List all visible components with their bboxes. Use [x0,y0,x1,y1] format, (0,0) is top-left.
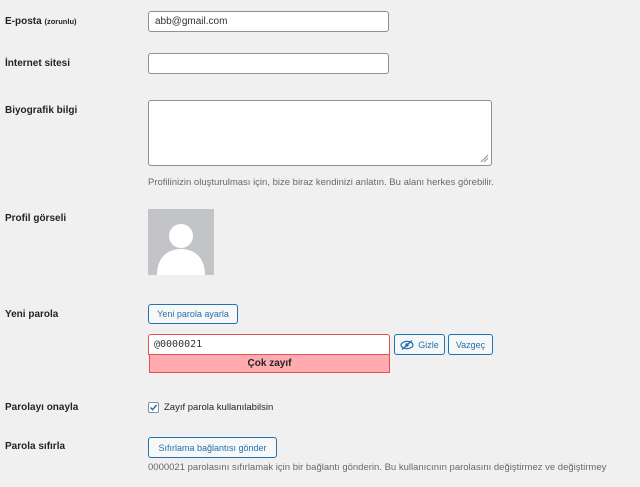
default-avatar-icon [157,224,205,275]
password-value: @0000021 [154,339,203,350]
email-label: E-posta (zorunlu) [5,16,77,27]
website-label: İnternet sitesi [5,58,71,69]
website-field[interactable] [148,53,389,74]
eye-slash-icon [400,339,414,350]
weak-password-checkbox[interactable] [148,402,159,413]
email-required-note: (zorunlu) [44,17,77,26]
resize-handle-icon[interactable] [480,154,489,163]
checkmark-icon [149,404,158,411]
avatar-label: Profil görseli [5,213,67,224]
new-password-label: Yeni parola [5,309,59,320]
email-label-text: E-posta [5,16,42,27]
password-strength-meter: Çok zayıf [149,354,390,373]
confirm-password-label: Parolayı onayla [5,402,79,413]
email-field[interactable]: abb@gmail.com [148,11,389,32]
send-reset-link-button[interactable]: Sıfırlama bağlantısı gönder [148,437,277,458]
bio-textarea[interactable] [148,100,492,166]
bio-description: Profilinizin oluşturulması için, bize bi… [148,177,494,188]
bio-label: Biyografik bilgi [5,105,78,116]
password-input[interactable]: @0000021 [148,334,390,355]
password-strength-text: Çok zayıf [247,358,292,369]
reset-description: 0000021 parolasını sıfırlamak için bir b… [148,462,607,473]
generate-password-button[interactable]: Yeni parola ayarla [148,304,238,324]
avatar [148,209,214,275]
hide-password-label: Gizle [418,339,439,350]
email-value: abb@gmail.com [155,16,228,27]
weak-password-checkbox-label[interactable]: Zayıf parola kullanılabilsin [164,402,273,413]
hide-password-button[interactable]: Gizle [394,334,445,355]
cancel-password-button[interactable]: Vazgeç [448,334,493,355]
reset-password-label: Parola sıfırla [5,441,66,452]
